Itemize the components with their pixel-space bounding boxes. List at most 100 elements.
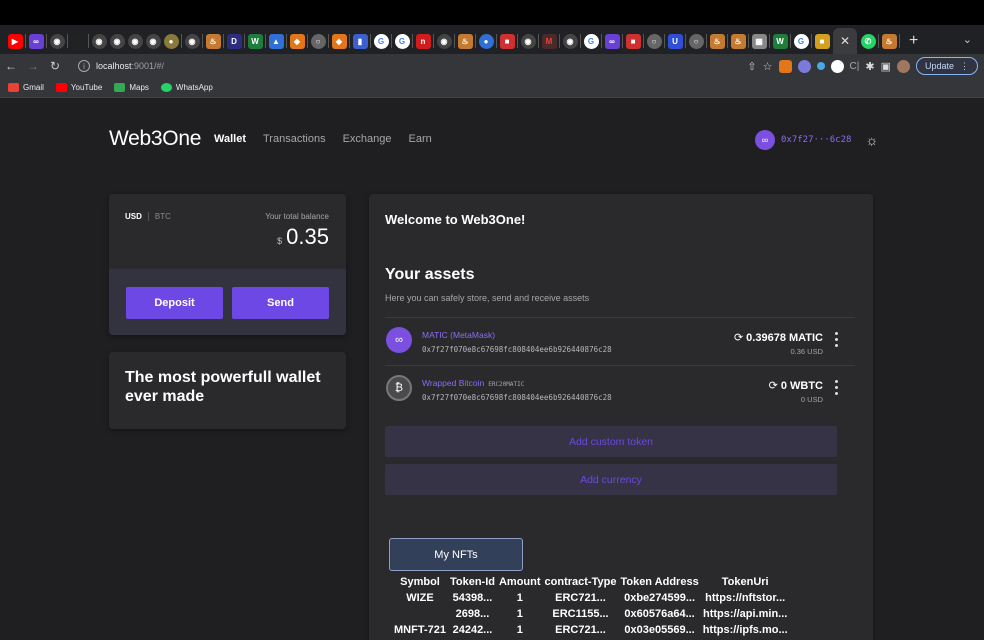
- flask-icon[interactable]: ♨: [457, 33, 473, 49]
- more-options-icon[interactable]: [835, 332, 839, 350]
- github-icon[interactable]: ◉: [49, 33, 65, 49]
- red-lock-icon[interactable]: ■: [499, 33, 515, 49]
- forward-icon[interactable]: →: [22, 59, 44, 73]
- red-lock-icon[interactable]: ■: [625, 33, 641, 49]
- flask-icon[interactable]: ♨: [205, 33, 221, 49]
- chevron-down-icon[interactable]: ⌄: [963, 33, 972, 46]
- coin-icon[interactable]: ●: [163, 33, 179, 49]
- flask-icon[interactable]: ♨: [881, 33, 897, 49]
- table-cell: 1: [516, 608, 523, 620]
- link-icon[interactable]: ∞: [28, 33, 44, 49]
- asset-name: MATIC (MetaMask): [422, 330, 496, 340]
- extension-circle-icon[interactable]: [830, 59, 844, 73]
- send-button[interactable]: Send: [232, 287, 329, 319]
- star-icon[interactable]: ☆: [763, 60, 773, 73]
- google-icon[interactable]: G: [793, 33, 809, 49]
- currency-usd[interactable]: USD: [125, 212, 142, 221]
- toolbar-actions: ⇧ ☆ C| ✱ ▣ Update ⋮: [747, 56, 978, 76]
- asset-name: Wrapped Bitcoin ERC20MATIC: [422, 378, 525, 388]
- blue-circle-icon[interactable]: ●: [478, 33, 494, 49]
- new-tab-icon[interactable]: +: [909, 32, 918, 50]
- google-icon[interactable]: G: [583, 33, 599, 49]
- metamask-extension-icon[interactable]: [778, 59, 792, 73]
- google-icon[interactable]: G: [394, 33, 410, 49]
- circle-icon[interactable]: ○: [310, 33, 326, 49]
- metamask-icon[interactable]: ◆: [331, 33, 347, 49]
- active-tab-close-icon[interactable]: ✕: [833, 28, 857, 54]
- github-icon[interactable]: ◉: [91, 33, 107, 49]
- triangle-icon[interactable]: ▲: [268, 33, 284, 49]
- n-icon[interactable]: n: [415, 33, 431, 49]
- column-header: Token Address: [620, 576, 699, 588]
- asset-row-matic[interactable]: ∞ MATIC (MetaMask) 0x7f27f070e8c67698fc8…: [385, 318, 855, 362]
- circle-icon[interactable]: ○: [646, 33, 662, 49]
- deposit-button[interactable]: Deposit: [126, 287, 223, 319]
- circle-icon[interactable]: ○: [688, 33, 704, 49]
- flask-icon[interactable]: ♨: [730, 33, 746, 49]
- youtube-icon[interactable]: ▶: [7, 33, 23, 49]
- reload-icon[interactable]: ↻: [44, 59, 66, 73]
- refresh-icon[interactable]: ⟳: [734, 332, 743, 344]
- whatsapp-icon[interactable]: ✆: [860, 33, 876, 49]
- github-icon[interactable]: ◉: [127, 33, 143, 49]
- account-chip[interactable]: ∞ 0x7f27···6c28 ☼: [755, 130, 878, 150]
- total-balance: $ 0.35: [277, 224, 329, 250]
- app-logo[interactable]: Web3One: [109, 127, 201, 151]
- nav-wallet[interactable]: Wallet: [214, 133, 246, 145]
- magnet-icon[interactable]: U: [667, 33, 683, 49]
- table-cell: 2698...: [455, 608, 490, 620]
- github-icon[interactable]: ◉: [562, 33, 578, 49]
- bookmark-whatsapp[interactable]: WhatsApp: [160, 83, 213, 92]
- metamask-icon[interactable]: ◆: [289, 33, 305, 49]
- my-nfts-button[interactable]: My NFTs: [389, 538, 523, 571]
- currency-btc[interactable]: BTC: [155, 212, 171, 221]
- nft-table: Symbol Token-Id Amount contract-Type Tok…: [392, 574, 790, 638]
- nav-transactions[interactable]: Transactions: [263, 133, 326, 145]
- bookmark-maps[interactable]: Maps: [114, 83, 149, 92]
- extension-diamond-icon[interactable]: [816, 62, 825, 70]
- bookmark-gmail[interactable]: Gmail: [8, 83, 44, 92]
- promo-card: The most powerfull wallet ever made: [109, 352, 346, 429]
- w-icon[interactable]: W: [247, 33, 263, 49]
- nav-exchange[interactable]: Exchange: [343, 133, 392, 145]
- github-icon[interactable]: ◉: [436, 33, 452, 49]
- gmail-icon[interactable]: M: [541, 33, 557, 49]
- back-icon[interactable]: ←: [0, 59, 22, 73]
- sun-icon[interactable]: ☼: [865, 132, 878, 148]
- github-icon[interactable]: ◉: [184, 33, 200, 49]
- table-cell: 24242...: [452, 624, 493, 636]
- asset-usd-value: 0.36 USD: [790, 347, 823, 356]
- table-cell: 1: [516, 624, 523, 636]
- bookmark-youtube[interactable]: YouTube: [55, 83, 102, 92]
- add-custom-token-button[interactable]: Add custom token: [385, 426, 837, 457]
- d-icon[interactable]: D: [226, 33, 242, 49]
- assets-title: Your assets: [385, 266, 475, 283]
- github-icon[interactable]: ◉: [145, 33, 161, 49]
- blank-tab-icon[interactable]: [70, 33, 86, 49]
- more-options-icon[interactable]: [835, 380, 839, 398]
- nav-earn[interactable]: Earn: [409, 133, 432, 145]
- extension-eye-icon[interactable]: [797, 59, 811, 73]
- refresh-icon[interactable]: ⟳: [769, 380, 778, 392]
- share-icon[interactable]: ⇧: [747, 60, 756, 73]
- yellow-icon[interactable]: ■: [814, 33, 830, 49]
- table-cell: 0x03e05569...: [624, 624, 695, 636]
- link-icon[interactable]: ∞: [604, 33, 620, 49]
- add-currency-button[interactable]: Add currency: [385, 464, 837, 495]
- flask-icon[interactable]: ♨: [709, 33, 725, 49]
- document-icon[interactable]: ▮: [352, 33, 368, 49]
- asset-row-wbtc[interactable]: ₿ Wrapped Bitcoin ERC20MATIC 0x7f27f070e8…: [385, 366, 855, 410]
- github-icon[interactable]: ◉: [109, 33, 125, 49]
- update-button[interactable]: Update ⋮: [915, 57, 978, 75]
- main-nav: Wallet Transactions Exchange Earn: [214, 133, 432, 145]
- sidebar-icon[interactable]: ▣: [881, 60, 891, 73]
- info-icon[interactable]: i: [78, 60, 90, 72]
- puzzle-icon[interactable]: ✱: [865, 60, 874, 73]
- extension-c-icon[interactable]: C|: [850, 61, 860, 72]
- grid-icon[interactable]: ▦: [751, 33, 767, 49]
- profile-avatar[interactable]: [896, 59, 910, 73]
- google-icon[interactable]: G: [373, 33, 389, 49]
- github-icon[interactable]: ◉: [520, 33, 536, 49]
- url-text[interactable]: localhost:9001/#/: [96, 61, 164, 71]
- w-icon[interactable]: W: [772, 33, 788, 49]
